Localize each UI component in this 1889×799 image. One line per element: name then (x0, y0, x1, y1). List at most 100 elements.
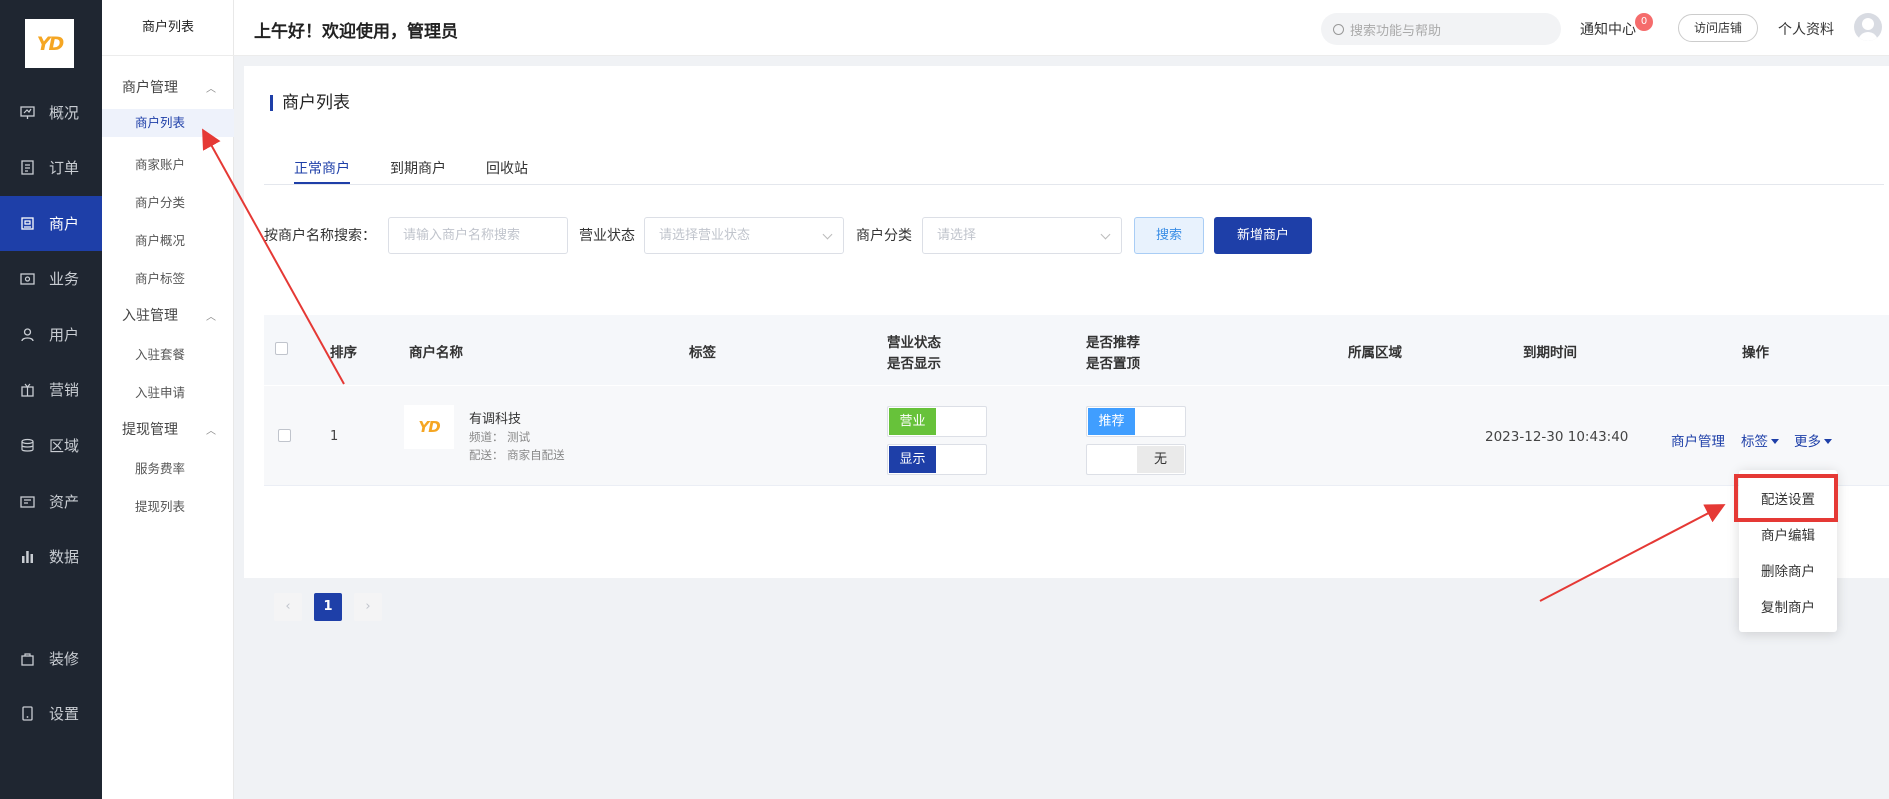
nav-item-merchants[interactable]: 商户 (0, 196, 102, 251)
profile-link[interactable]: 个人资料 (1778, 19, 1834, 39)
col-business-status: 营业状态 (887, 335, 941, 351)
chart-board-icon (19, 105, 35, 121)
pagination-prev-button[interactable]: ‹ (274, 593, 302, 621)
group-label: 提现管理 (122, 422, 178, 438)
nav-item-data[interactable]: 数据 (0, 529, 102, 584)
nav-label: 概况 (49, 104, 80, 122)
nav-item-users[interactable]: 用户 (0, 307, 102, 362)
chevron-up-icon: ︿ (206, 425, 216, 437)
more-link-label: 更多 (1794, 434, 1821, 450)
database-icon (19, 438, 35, 454)
group-withdrawal-management[interactable]: 提现管理 ︿ (122, 419, 222, 439)
search-icon (1333, 23, 1344, 35)
category-select-placeholder: 请选择 (937, 228, 977, 243)
document-icon (19, 160, 35, 176)
sub-sidebar: 商户列表 商户管理 ︿ 商户列表 商家账户 商户分类 商户概况 商户标签 入驻管… (102, 0, 234, 799)
display-switch[interactable]: 显示 (887, 444, 987, 475)
nav-item-business[interactable]: 业务 (0, 251, 102, 306)
subnav-item-service-rates[interactable]: 服务费率 (135, 458, 185, 477)
pagination-next-button[interactable]: › (354, 593, 382, 621)
tab-recycle-bin[interactable]: 回收站 (486, 158, 528, 178)
group-label: 商户管理 (122, 80, 178, 96)
notification-center-link[interactable]: 通知中心 (1580, 19, 1636, 39)
paint-bag-icon (19, 651, 35, 667)
menu-item-edit-merchant[interactable]: 商户编辑 (1739, 524, 1837, 544)
status-select[interactable]: 请选择营业状态 (644, 217, 844, 254)
visit-store-button[interactable]: 访问店铺 (1678, 14, 1758, 42)
nav-label: 资产 (49, 493, 80, 511)
nav-item-marketing[interactable]: 营销 (0, 362, 102, 417)
merchant-channel: 频道： 测试 (469, 430, 531, 444)
nav-item-region[interactable]: 区域 (0, 418, 102, 473)
user-icon (19, 327, 35, 343)
switch-off-label: 无 (1137, 446, 1184, 473)
subnav-item-onboarding-requests[interactable]: 入驻申请 (135, 382, 185, 401)
caret-down-icon (1824, 439, 1832, 444)
nav-label: 区域 (49, 437, 80, 455)
subnav-item-merchant-tags[interactable]: 商户标签 (135, 268, 185, 287)
nav-item-decoration[interactable]: 装修 (0, 631, 102, 686)
tag-dropdown-link[interactable]: 标签 (1741, 430, 1779, 450)
merchant-logo: YD (404, 405, 454, 449)
subnav-item-merchant-accounts[interactable]: 商家账户 (135, 154, 185, 173)
wallet-icon (19, 494, 35, 510)
table-row: 1 YD 有调科技 频道： 测试 配送： 商家自配送 营业 显示 推荐 无 20… (264, 386, 1889, 486)
subnav-item-withdrawal-list[interactable]: 提现列表 (135, 496, 185, 515)
highlight-box (1734, 474, 1838, 522)
nav-item-orders[interactable]: 订单 (0, 140, 102, 195)
business-status-switch[interactable]: 营业 (887, 406, 987, 437)
greeting-text: 上午好！欢迎使用，管理员 (254, 22, 458, 42)
group-merchant-management[interactable]: 商户管理 ︿ (122, 77, 222, 97)
merchant-name-search-input[interactable]: 请输入商户名称搜索 (388, 217, 568, 254)
more-dropdown-link[interactable]: 更多 (1794, 430, 1832, 450)
menu-item-delete-merchant[interactable]: 删除商户 (1739, 560, 1837, 580)
pin-top-switch[interactable]: 无 (1086, 444, 1186, 475)
table-header: 排序 商户名称 标签 营业状态 是否显示 是否推荐 是否置顶 所属区域 到期时间… (264, 315, 1889, 385)
merchant-delivery: 配送： 商家自配送 (469, 448, 565, 462)
col-tags: 标签 (689, 345, 716, 361)
caret-down-icon (1771, 439, 1779, 444)
pagination-page-1[interactable]: 1 (314, 593, 342, 621)
avatar[interactable] (1854, 13, 1882, 41)
category-select[interactable]: 请选择 (922, 217, 1122, 254)
switch-on-label: 显示 (889, 446, 936, 473)
chevron-down-icon (822, 229, 833, 240)
top-header: 上午好！欢迎使用，管理员 搜索功能与帮助 通知中心 0 访问店铺 个人资料 (234, 0, 1889, 56)
subnav-item-onboarding-plans[interactable]: 入驻套餐 (135, 344, 185, 363)
col-sort: 排序 (330, 345, 357, 361)
page-title: 商户列表 (270, 95, 350, 112)
menu-item-copy-merchant[interactable]: 复制商户 (1739, 596, 1837, 616)
search-button[interactable]: 搜索 (1134, 217, 1204, 254)
tab-expired-merchants[interactable]: 到期商户 (390, 158, 446, 178)
search-placeholder: 搜索功能与帮助 (1350, 23, 1442, 39)
subnav-item-merchant-list[interactable]: 商户列表 (102, 109, 234, 137)
nav-item-settings[interactable]: 设置 (0, 686, 102, 741)
col-merchant-name: 商户名称 (409, 345, 463, 361)
nav-item-overview[interactable]: 概况 (0, 85, 102, 140)
nav-label: 装修 (49, 650, 80, 668)
subnav-item-merchant-overview[interactable]: 商户概况 (135, 230, 185, 249)
col-display: 是否显示 (887, 356, 941, 372)
app-logo[interactable]: YD (25, 19, 74, 68)
bar-chart-icon (19, 549, 35, 565)
nav-label: 业务 (49, 270, 80, 288)
switch-on-label: 营业 (889, 408, 936, 435)
nav-item-assets[interactable]: 资产 (0, 474, 102, 529)
merchant-manage-link[interactable]: 商户管理 (1671, 430, 1725, 450)
recommend-switch[interactable]: 推荐 (1086, 406, 1186, 437)
category-filter-label: 商户分类 (856, 228, 912, 244)
group-onboarding-management[interactable]: 入驻管理 ︿ (122, 305, 222, 325)
nav-label: 营销 (49, 381, 80, 399)
tag-link-label: 标签 (1741, 434, 1768, 450)
select-all-checkbox[interactable] (275, 342, 288, 355)
col-recommend: 是否推荐 (1086, 335, 1140, 351)
nav-label: 订单 (49, 159, 80, 177)
add-merchant-button[interactable]: 新增商户 (1214, 217, 1312, 254)
chevron-up-icon: ︿ (206, 83, 216, 95)
global-search-input[interactable]: 搜索功能与帮助 (1321, 13, 1561, 45)
row-checkbox[interactable] (278, 429, 291, 442)
nav-label: 用户 (49, 326, 80, 344)
logo-mark: YD (36, 32, 64, 55)
tab-normal-merchants[interactable]: 正常商户 (294, 158, 350, 184)
subnav-item-merchant-category[interactable]: 商户分类 (135, 192, 185, 211)
